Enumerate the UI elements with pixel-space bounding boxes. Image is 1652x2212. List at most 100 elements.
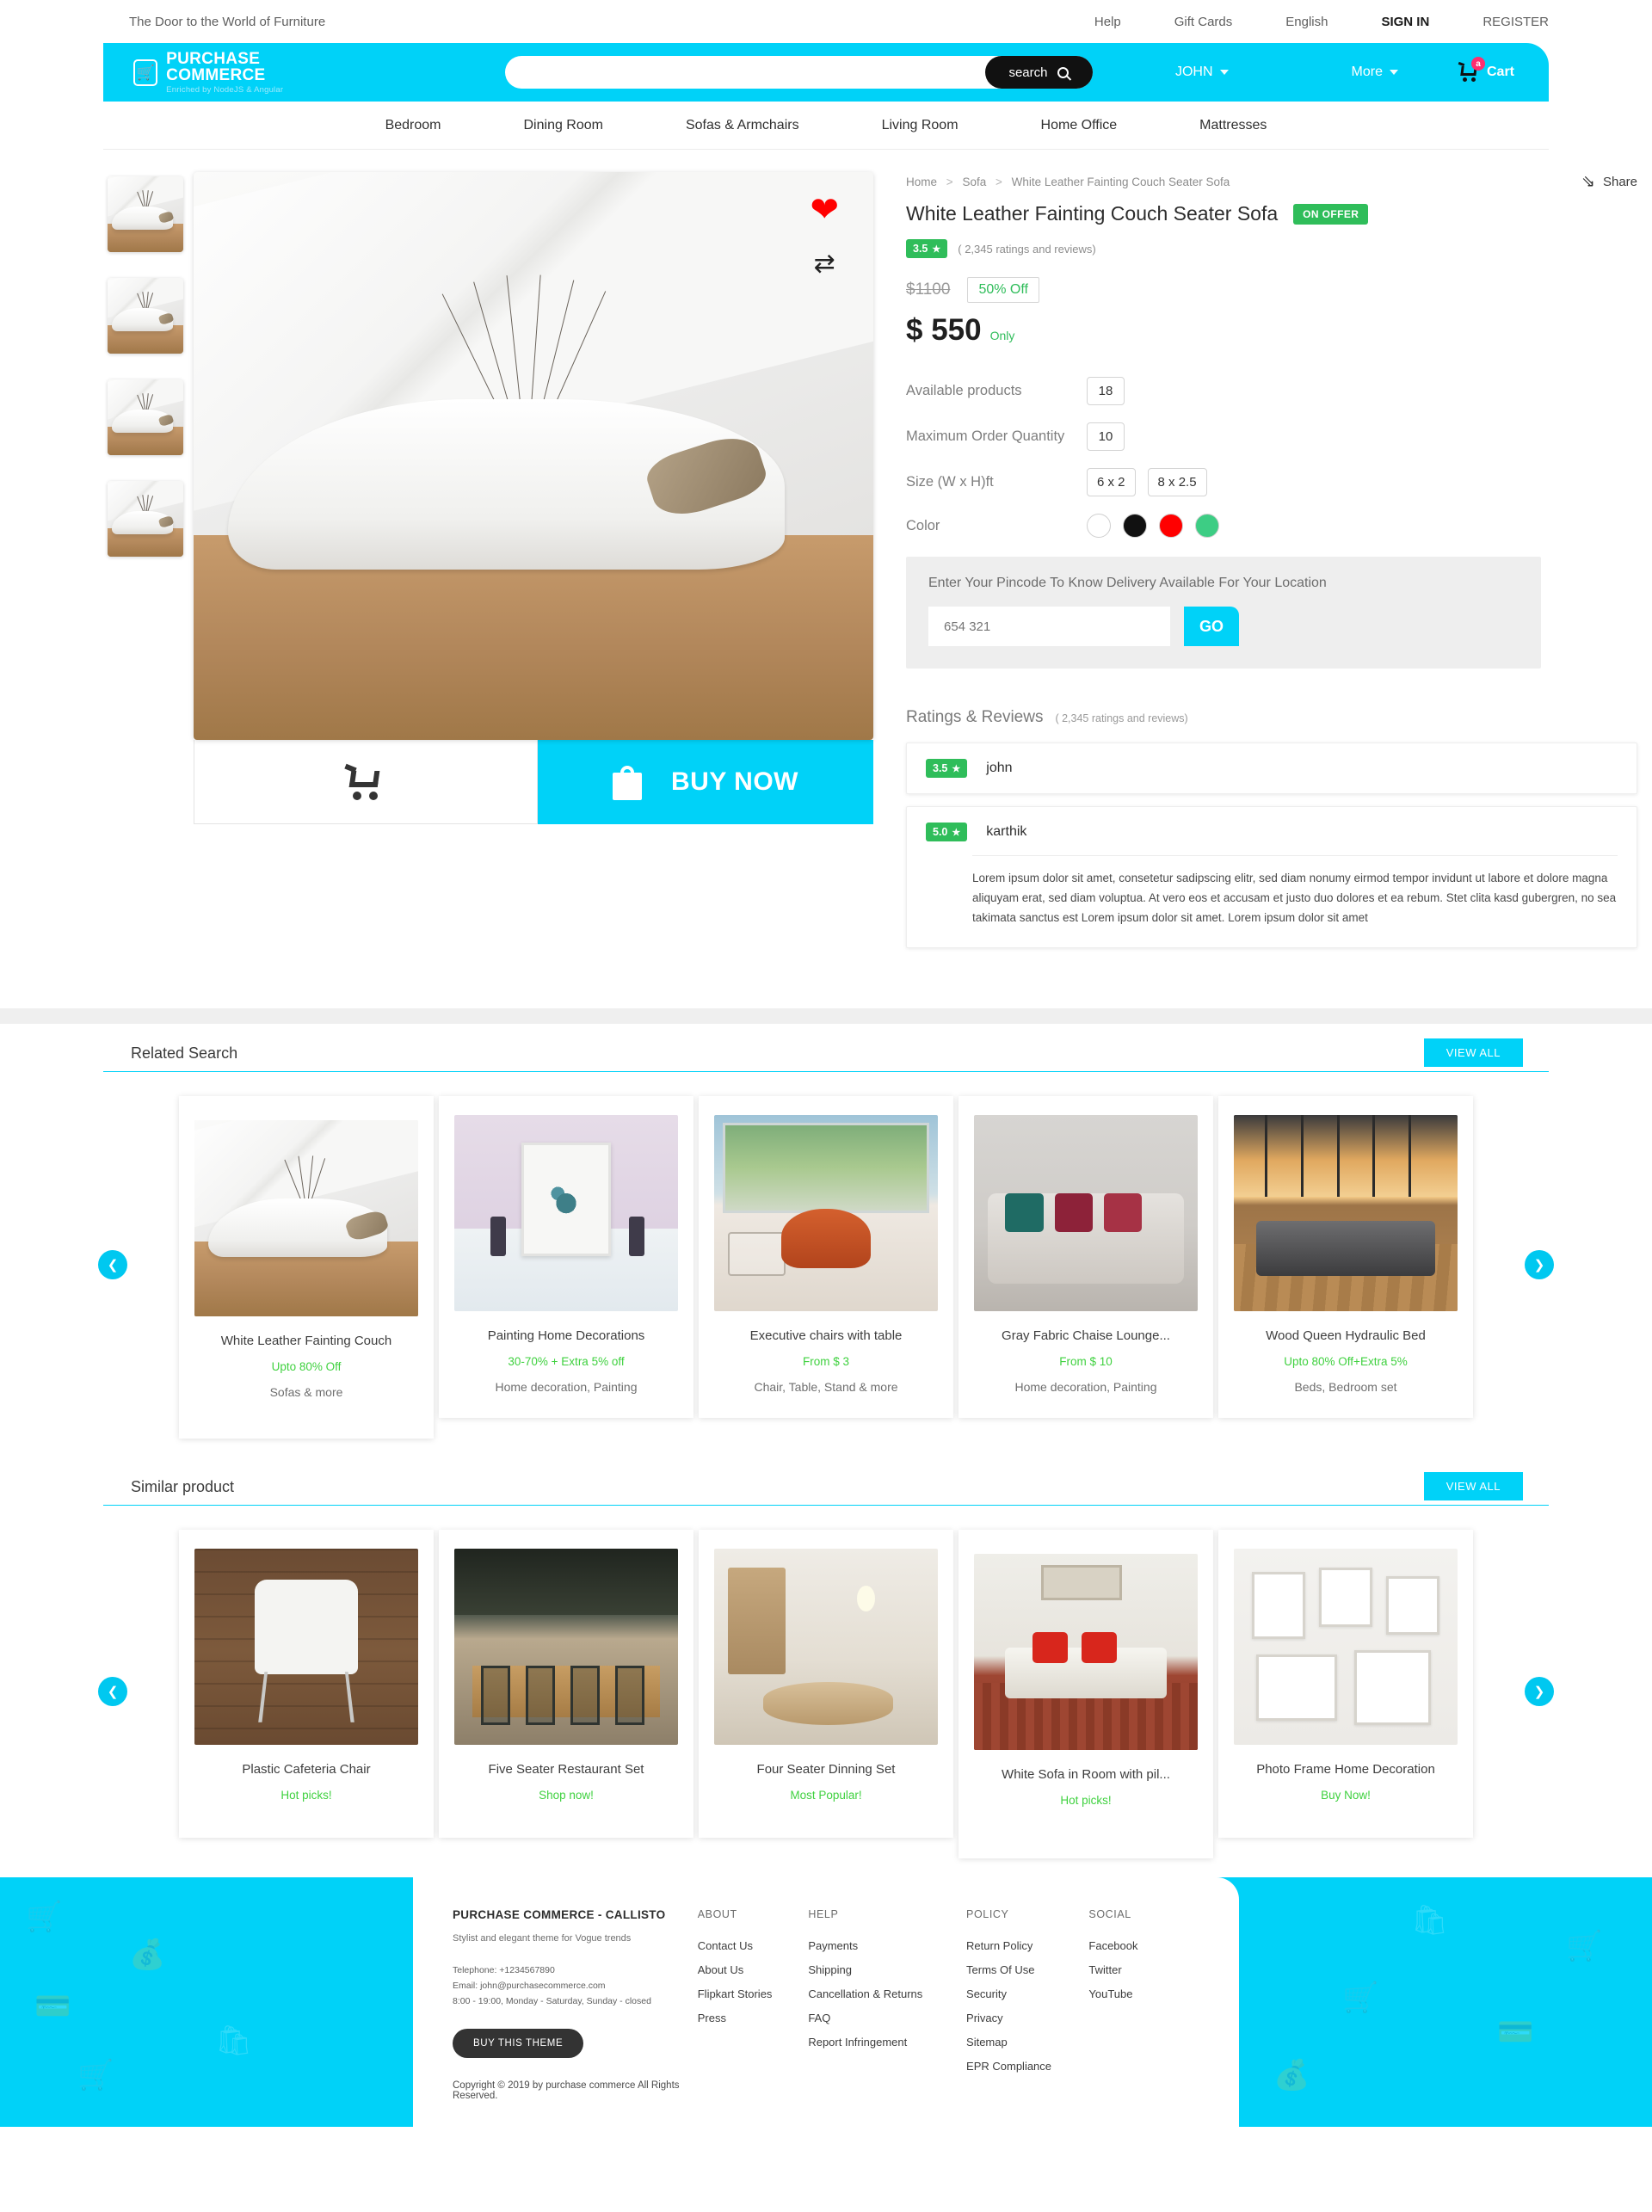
topbar-link-gift-cards[interactable]: Gift Cards: [1174, 15, 1233, 29]
user-menu[interactable]: JOHN: [1175, 65, 1229, 80]
size-option-1[interactable]: 6 x 2: [1087, 468, 1136, 496]
footer-link-payments[interactable]: Payments: [808, 1939, 966, 1952]
topbar-link-register[interactable]: REGISTER: [1482, 15, 1549, 29]
product-card-offer: Hot picks!: [280, 1788, 332, 1802]
footer-link-epr-compliance[interactable]: EPR Compliance: [966, 2060, 1088, 2073]
color-swatch-green[interactable]: [1195, 514, 1219, 538]
pincode-input[interactable]: [928, 607, 1170, 646]
pincode-go-button[interactable]: GO: [1184, 607, 1239, 646]
product-card[interactable]: Wood Queen Hydraulic Bed Upto 80% Off+Ex…: [1218, 1095, 1473, 1418]
footer-link-youtube[interactable]: YouTube: [1088, 1987, 1199, 2000]
footer-link-contact-us[interactable]: Contact Us: [698, 1939, 809, 1952]
product-card[interactable]: Five Seater Restaurant Set Shop now!: [439, 1529, 693, 1838]
color-swatch-black[interactable]: [1123, 514, 1147, 538]
option-row-max-order-qty: Maximum Order Quantity 10: [906, 422, 1637, 451]
cart-button[interactable]: a Cart: [1458, 57, 1514, 82]
category-nav: Bedroom Dining Room Sofas & Armchairs Li…: [103, 102, 1549, 150]
carousel-next-arrow-icon[interactable]: ❯: [1525, 1249, 1554, 1279]
buy-now-button[interactable]: BUY NOW: [538, 740, 873, 824]
footer-link-shipping[interactable]: Shipping: [808, 1963, 966, 1976]
product-card[interactable]: White Leather Fainting Couch Upto 80% Of…: [179, 1095, 434, 1439]
option-row-color: Color: [906, 514, 1637, 538]
footer-link-report-infringement[interactable]: Report Infringement: [808, 2036, 966, 2049]
search-button[interactable]: search: [984, 56, 1093, 89]
rating-row: 3.5 ★ ( 2,345 ratings and reviews): [906, 239, 1637, 258]
product-card-offer: Most Popular!: [790, 1788, 862, 1802]
thumbnail-image[interactable]: [108, 278, 183, 354]
footer-link-sitemap[interactable]: Sitemap: [966, 2036, 1088, 2049]
product-card[interactable]: Executive chairs with table From $ 3 Cha…: [699, 1095, 953, 1418]
nav-item-living-room[interactable]: Living Room: [841, 118, 1000, 133]
footer-link-return-policy[interactable]: Return Policy: [966, 1939, 1088, 1952]
similar-section-header: Similar product VIEW ALL: [103, 1457, 1549, 1506]
footer-link-faq[interactable]: FAQ: [808, 2012, 966, 2024]
topbar-link-language[interactable]: English: [1285, 15, 1328, 29]
brand-subtitle: Enriched by NodeJS & Angular: [166, 84, 284, 95]
color-swatch-white[interactable]: [1087, 514, 1111, 538]
footer-link-security[interactable]: Security: [966, 1987, 1088, 2000]
similar-view-all-button[interactable]: VIEW ALL: [1423, 1471, 1523, 1500]
product-card-offer: From $ 3: [802, 1354, 849, 1368]
brand-logo-group[interactable]: 🛒 PURCHASE COMMERCE Enriched by NodeJS &…: [133, 51, 343, 95]
footer-hours: 8:00 - 19:00, Monday - Saturday, Sunday …: [453, 1996, 651, 2007]
product-main-image[interactable]: ❤ ⇄: [194, 172, 873, 740]
current-price-row: $ 550 Only: [906, 313, 1637, 348]
buy-this-theme-button[interactable]: BUY THIS THEME: [453, 2028, 584, 2058]
product-card-offer: Upto 80% Off: [271, 1359, 342, 1373]
carousel-next-arrow-icon[interactable]: ❯: [1525, 1676, 1554, 1706]
nav-item-home-office[interactable]: Home Office: [1000, 118, 1159, 133]
image-action-buttons: ❤ ⇄: [810, 193, 839, 277]
share-button[interactable]: ⇘ Share: [1581, 172, 1637, 192]
related-view-all-button[interactable]: VIEW ALL: [1423, 1038, 1523, 1067]
option-label: Maximum Order Quantity: [906, 428, 1065, 444]
topbar-link-sign-in[interactable]: SIGN IN: [1381, 15, 1429, 29]
product-info-column: Home > Sofa > White Leather Fainting Cou…: [906, 172, 1637, 960]
available-products-value[interactable]: 18: [1087, 377, 1125, 405]
footer-link-terms-of-use[interactable]: Terms Of Use: [966, 1963, 1088, 1976]
footer-link-cancellation-returns[interactable]: Cancellation & Returns: [808, 1987, 966, 2000]
nav-item-mattresses[interactable]: Mattresses: [1158, 118, 1308, 133]
product-card[interactable]: White Sofa in Room with pil... Hot picks…: [959, 1529, 1213, 1858]
product-card-title: Photo Frame Home Decoration: [1256, 1761, 1435, 1777]
add-to-cart-button[interactable]: [194, 740, 538, 824]
thumbnail-image[interactable]: [108, 481, 183, 557]
current-price: $ 550: [906, 313, 982, 347]
footer-link-press[interactable]: Press: [698, 2012, 809, 2024]
nav-item-dining-room[interactable]: Dining Room: [483, 118, 644, 133]
wishlist-heart-icon[interactable]: ❤: [810, 193, 839, 227]
max-order-quantity-value[interactable]: 10: [1087, 422, 1125, 451]
carousel-prev-arrow-icon[interactable]: ❮: [98, 1676, 127, 1706]
footer-link-flipkart-stories[interactable]: Flipkart Stories: [698, 1987, 809, 2000]
carousel-prev-arrow-icon[interactable]: ❮: [98, 1249, 127, 1279]
product-card[interactable]: Gray Fabric Chaise Lounge... From $ 10 H…: [959, 1095, 1213, 1418]
size-option-2[interactable]: 8 x 2.5: [1147, 468, 1207, 496]
product-card[interactable]: Four Seater Dinning Set Most Popular!: [699, 1529, 953, 1838]
option-label: Color: [906, 517, 940, 533]
product-card-image: [454, 1114, 678, 1311]
product-card-title: White Sofa in Room with pil...: [1002, 1766, 1170, 1782]
footer-link-privacy[interactable]: Privacy: [966, 2012, 1088, 2024]
more-menu[interactable]: More: [1352, 65, 1398, 80]
footer-column-heading: POLICY: [966, 1907, 1009, 1920]
thumbnail-image[interactable]: [108, 176, 183, 252]
footer-link-facebook[interactable]: Facebook: [1088, 1939, 1199, 1952]
color-swatch-red[interactable]: [1159, 514, 1183, 538]
footer-link-twitter[interactable]: Twitter: [1088, 1963, 1199, 1976]
product-card-image: [974, 1553, 1198, 1750]
review-author: karthik: [986, 824, 1027, 839]
on-offer-badge: ON OFFER: [1293, 203, 1369, 225]
product-card[interactable]: Photo Frame Home Decoration Buy Now!: [1218, 1529, 1473, 1838]
breadcrumb-category[interactable]: Sofa: [962, 176, 986, 188]
footer-column-heading: ABOUT: [697, 1907, 737, 1920]
thumbnail-image[interactable]: [108, 379, 183, 455]
compare-arrows-icon[interactable]: ⇄: [814, 251, 835, 277]
footer-link-about-us[interactable]: About Us: [698, 1963, 809, 1976]
breadcrumb-home[interactable]: Home: [906, 176, 937, 188]
discount-badge: 50% Off: [967, 277, 1039, 303]
nav-item-bedroom[interactable]: Bedroom: [344, 118, 483, 133]
product-card[interactable]: Plastic Cafeteria Chair Hot picks!: [179, 1529, 434, 1838]
topbar-link-help[interactable]: Help: [1094, 15, 1121, 29]
search-button-label: search: [1008, 65, 1048, 80]
product-card[interactable]: Painting Home Decorations 30-70% + Extra…: [439, 1095, 693, 1418]
nav-item-sofas-armchairs[interactable]: Sofas & Armchairs: [644, 118, 841, 133]
